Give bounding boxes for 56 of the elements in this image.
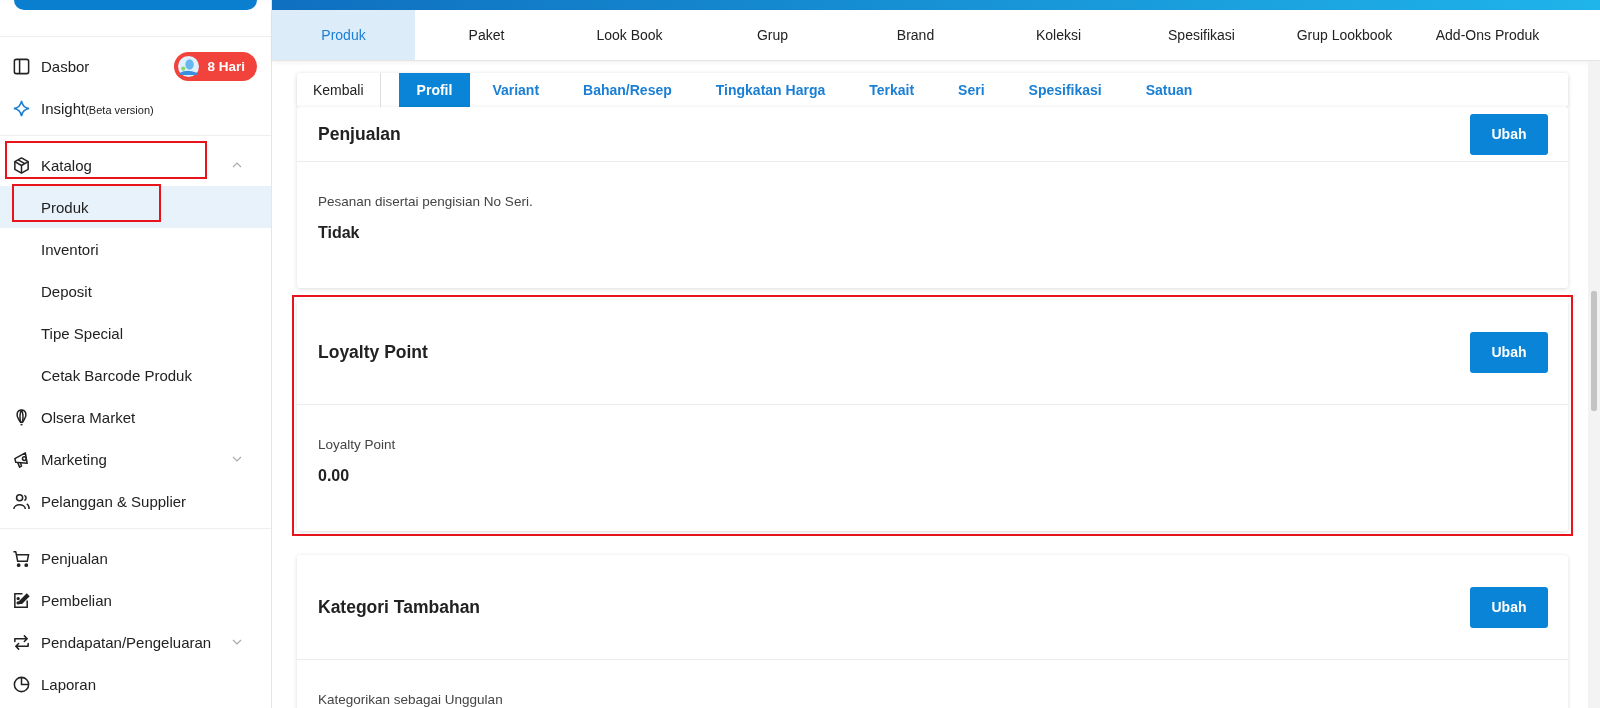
- section-title: Loyalty Point: [318, 341, 428, 363]
- field-label: Loyalty Point: [318, 437, 397, 452]
- sidebar-item[interactable]: Pembelian: [0, 579, 271, 621]
- tab[interactable]: Grup Lookbook: [1273, 10, 1416, 60]
- sidebar-item[interactable]: Marketing: [0, 438, 271, 480]
- sidebar-item[interactable]: Insight(Beta version): [0, 87, 271, 129]
- sidebar-item[interactable]: Olsera Market: [0, 396, 271, 438]
- subtab[interactable]: Spesifikasi: [1006, 73, 1124, 107]
- sidebar-item[interactable]: Dasbor 8 Hari: [0, 45, 271, 87]
- sidebar-subitem[interactable]: Cetak Barcode Produk: [0, 354, 271, 396]
- section-title: Kategori Tambahan: [318, 596, 481, 618]
- field-value: Tidak: [318, 224, 361, 242]
- scrollbar[interactable]: [1588, 61, 1600, 708]
- clipboard-icon: [12, 590, 31, 610]
- edit-button[interactable]: Ubah: [1470, 113, 1548, 155]
- tab[interactable]: Spesifikasi: [1130, 10, 1273, 60]
- tab[interactable]: Add-Ons Produk: [1416, 10, 1559, 60]
- subtab[interactable]: Satuan: [1123, 73, 1215, 107]
- tab[interactable]: Grup: [701, 10, 844, 60]
- sidebar-item[interactable]: Pelanggan & Supplier: [0, 480, 271, 522]
- tab[interactable]: Produk: [272, 10, 415, 60]
- tab[interactable]: Koleksi: [987, 10, 1130, 60]
- field-value: 0.00: [318, 467, 351, 485]
- sidebar-subitem[interactable]: Produk: [0, 186, 271, 228]
- field-label: Kategorikan sebagai Unggulan: [318, 692, 504, 707]
- tab[interactable]: Brand: [844, 10, 987, 60]
- edit-button[interactable]: Ubah: [1470, 331, 1548, 373]
- sidebar-subitem[interactable]: Tipe Special: [0, 312, 271, 354]
- sparkle-icon: [12, 98, 31, 118]
- subtab[interactable]: Seri: [936, 73, 1007, 107]
- megaphone-icon: [12, 449, 31, 469]
- cart-icon: [12, 548, 31, 568]
- sidebar-item[interactable]: Pendapatan/Pengeluaran: [0, 621, 271, 663]
- subtab[interactable]: Profil: [398, 73, 471, 107]
- sidebar-item[interactable]: Laporan: [0, 663, 271, 705]
- trial-badge: 8 Hari: [174, 51, 257, 81]
- tab[interactable]: Paket: [415, 10, 558, 60]
- sidebar-subitem[interactable]: Inventori: [0, 228, 271, 270]
- subtab[interactable]: Variant: [470, 73, 562, 107]
- subtab[interactable]: Tingkatan Harga: [693, 73, 848, 107]
- people-icon: [12, 491, 31, 511]
- swap-icon: [12, 632, 31, 652]
- scrollbar-thumb[interactable]: [1591, 291, 1597, 411]
- field-label: Pesanan disertai pengisian No Seri.: [318, 194, 534, 209]
- pie-icon: [12, 674, 31, 694]
- edit-button[interactable]: Ubah: [1470, 586, 1548, 628]
- panel-icon: [12, 56, 31, 76]
- tab[interactable]: Look Book: [558, 10, 701, 60]
- top-button[interactable]: [14, 0, 257, 10]
- box-icon: [12, 155, 31, 175]
- sidebar-item[interactable]: Penjualan: [0, 537, 271, 579]
- sidebar-subitem[interactable]: Deposit: [0, 270, 271, 312]
- subtab[interactable]: Bahan/Resep: [561, 73, 694, 107]
- section-title: Penjualan: [318, 123, 401, 145]
- sidebar-item[interactable]: Katalog: [0, 144, 271, 186]
- subtab[interactable]: Terkait: [847, 73, 937, 107]
